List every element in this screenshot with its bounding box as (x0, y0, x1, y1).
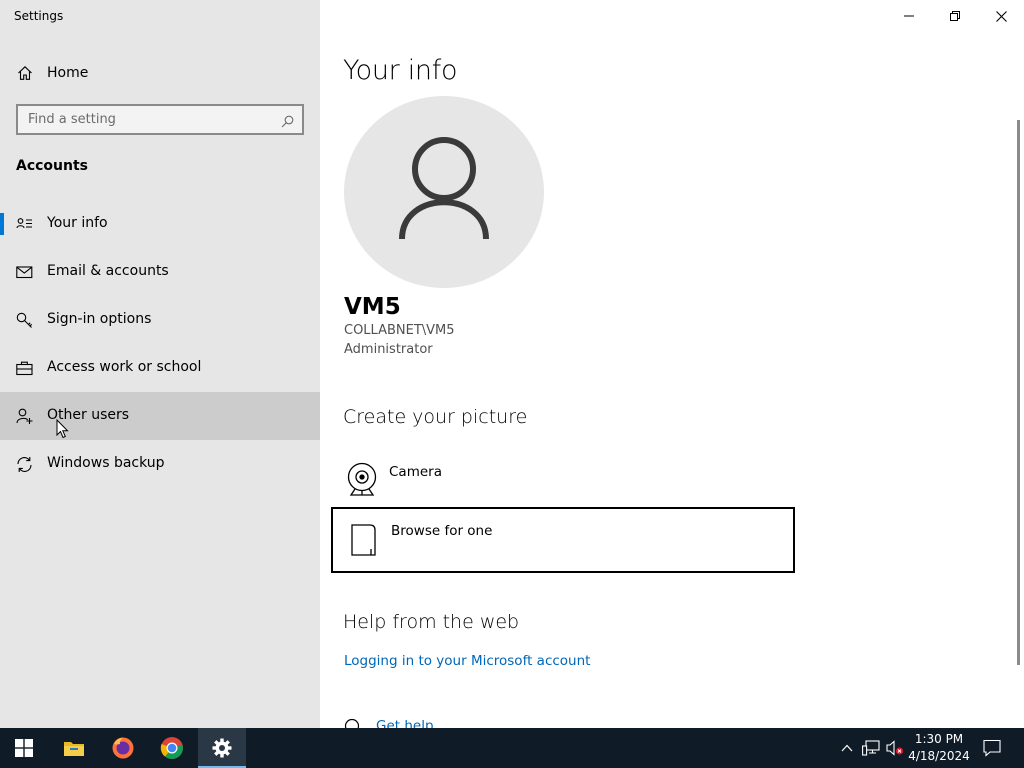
firefox-button[interactable] (99, 728, 147, 768)
sidebar-item-label: Sign-in options (47, 311, 152, 327)
search-box (16, 104, 304, 135)
sidebar-item-label: Your info (47, 215, 108, 231)
page-title: Your info (343, 55, 458, 86)
scrollbar[interactable] (1017, 120, 1020, 665)
clock-date: 4/18/2024 (908, 749, 970, 763)
mail-icon (16, 264, 33, 281)
create-picture-heading: Create your picture (343, 406, 528, 428)
chrome-button[interactable] (148, 728, 196, 768)
search-input[interactable] (18, 106, 302, 133)
user-silhouette-icon (399, 137, 489, 240)
restore-button[interactable] (932, 0, 978, 32)
microsoft-account-help-link[interactable]: Logging in to your Microsoft account (344, 653, 590, 669)
firefox-icon (112, 737, 134, 759)
show-hidden-icons-button[interactable] (838, 728, 856, 768)
get-help-link[interactable]: Get help (344, 718, 544, 728)
section-label: Accounts (16, 158, 89, 174)
selection-indicator (0, 213, 4, 235)
sidebar-item-label: Home (47, 65, 89, 81)
person-card-icon (16, 216, 33, 233)
account-name: COLLABNET\VM5 (344, 323, 455, 338)
sidebar-item-home[interactable]: Home (0, 55, 320, 91)
help-heading: Help from the web (343, 611, 520, 633)
file-explorer-button[interactable] (50, 728, 98, 768)
start-button[interactable] (0, 728, 48, 768)
network-icon (862, 740, 880, 756)
close-icon (995, 10, 1007, 22)
volume-button[interactable] (885, 728, 905, 768)
search-icon[interactable] (281, 113, 294, 128)
settings-icon (212, 738, 232, 758)
key-icon (16, 312, 33, 329)
settings-button[interactable] (198, 728, 246, 768)
network-button[interactable] (861, 728, 881, 768)
account-role: Administrator (344, 342, 433, 357)
volume-muted-icon (886, 740, 904, 756)
sidebar-item-label: Windows backup (47, 455, 165, 471)
chevron-up-icon (841, 744, 853, 752)
taskbar: 1:30 PM 4/18/2024 (0, 728, 1024, 768)
file-explorer-icon (64, 742, 84, 756)
start-icon (15, 739, 33, 757)
briefcase-icon (16, 360, 33, 377)
action-center-button[interactable] (978, 728, 1006, 768)
document-icon (348, 521, 382, 557)
add-person-icon (16, 408, 33, 425)
app-title: Settings (14, 9, 64, 23)
username: VM5 (344, 294, 401, 320)
sidebar: Settings Home Accounts Your info (0, 0, 320, 728)
sidebar-item-windows-backup[interactable]: Windows backup (0, 440, 320, 488)
browse-option[interactable]: Browse for one (331, 507, 795, 573)
sidebar-item-label: Access work or school (47, 359, 202, 375)
camera-label: Camera (389, 464, 442, 480)
restore-icon (950, 11, 960, 21)
sidebar-item-your-info[interactable]: Your info (0, 200, 320, 248)
sidebar-item-sign-in-options[interactable]: Sign-in options (0, 296, 320, 344)
minimize-button[interactable] (886, 0, 932, 32)
sidebar-item-access-work[interactable]: Access work or school (0, 344, 320, 392)
get-help-icon (344, 718, 360, 728)
clock-time: 1:30 PM (914, 732, 964, 746)
clock[interactable]: 1:30 PM 4/18/2024 (906, 731, 972, 765)
chrome-icon (160, 737, 183, 759)
avatar (344, 96, 544, 288)
browse-label: Browse for one (391, 523, 493, 539)
mouse-cursor-icon (56, 418, 69, 443)
sidebar-item-other-users[interactable]: Other users (0, 392, 320, 440)
minimize-icon (904, 15, 914, 17)
notifications-icon (983, 739, 1001, 757)
home-icon (17, 65, 33, 81)
close-button[interactable] (978, 0, 1024, 32)
sidebar-nav: Your info Email & accounts Sign-in optio… (0, 200, 320, 488)
sidebar-item-email-accounts[interactable]: Email & accounts (0, 248, 320, 296)
webcam-icon (346, 462, 380, 498)
sidebar-item-label: Email & accounts (47, 263, 169, 279)
sync-icon (16, 456, 33, 473)
get-help-label: Get help (376, 718, 434, 728)
